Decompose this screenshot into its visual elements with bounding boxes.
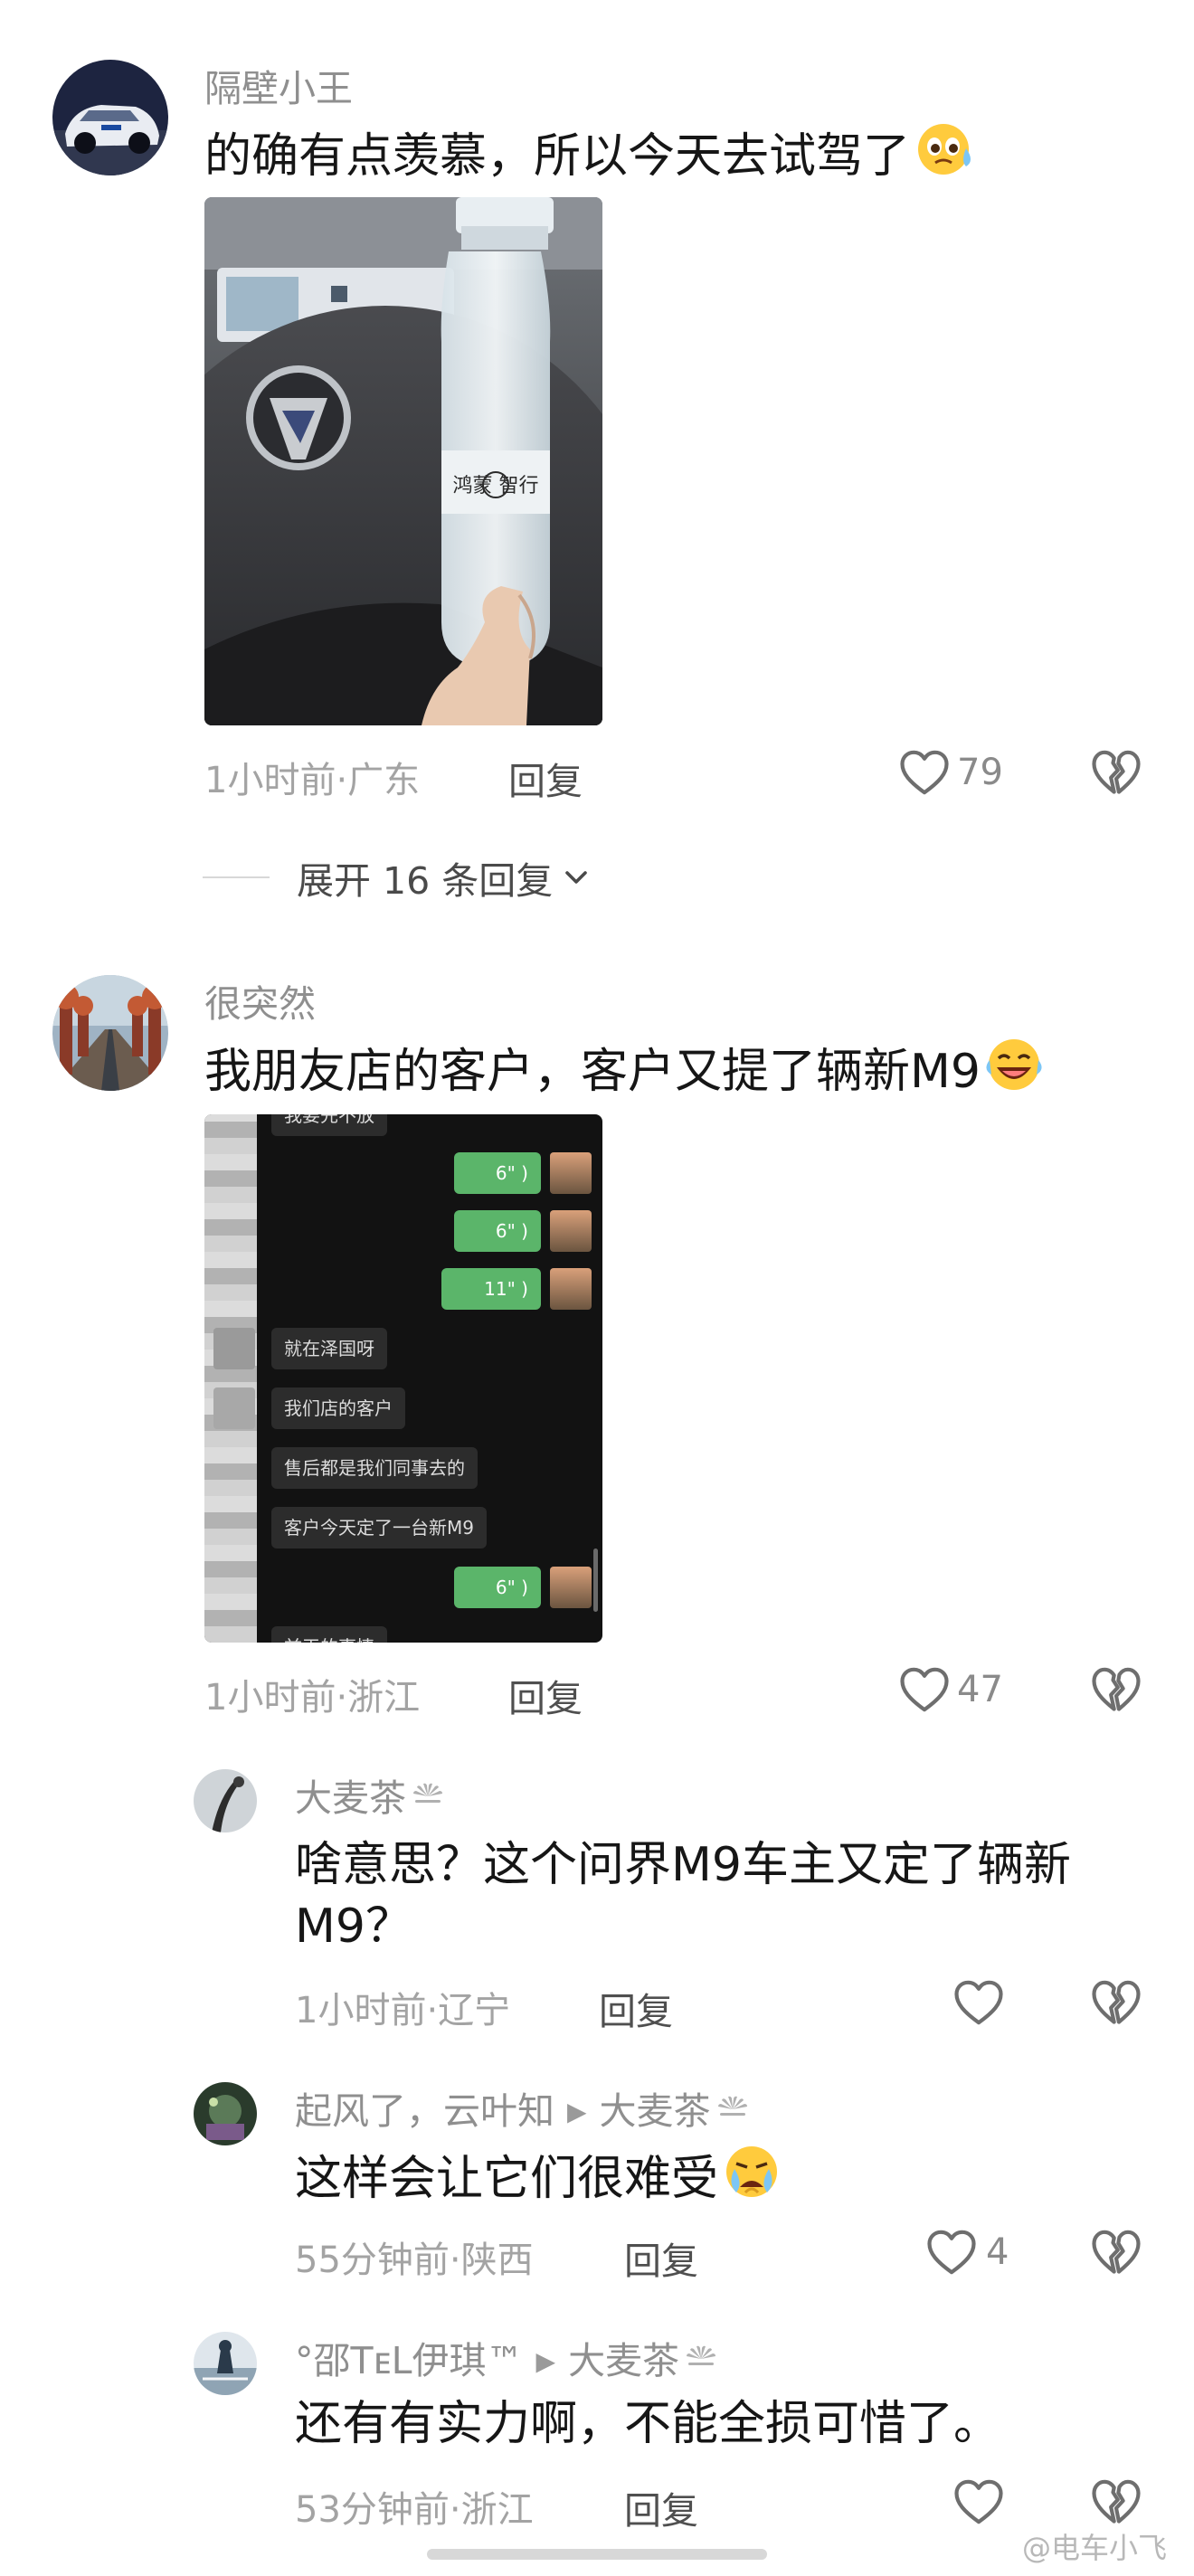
chat-message: 我要先不放 [271, 1114, 387, 1136]
reply-text-line: 啥意思？这个问界M9车主又定了辆新 [295, 1838, 1071, 1892]
reply-text: 啥意思？这个问界M9车主又定了辆新 M9？ [295, 1834, 1071, 1957]
reply-arrow-icon: ▶ [535, 2346, 556, 2376]
reply-username-text: °邵TᴇL伊琪™ [295, 2339, 524, 2382]
reply-username-text: 大麦茶 [295, 1776, 406, 1820]
broken-heart-icon [1091, 2478, 1142, 2525]
voice-message: 6" ) [454, 1210, 541, 1252]
voice-message: 6" ) [454, 1152, 541, 1194]
huawei-badge-icon [683, 2335, 719, 2379]
heart-icon [899, 749, 950, 796]
comment-text: 的确有点羡慕，所以今天去试驾了 [204, 121, 977, 193]
chat-message: 前天的事情 [271, 1626, 387, 1643]
voice-duration: 11" [484, 1278, 516, 1300]
mosaic-strip [204, 1114, 257, 1643]
chat-avatar [550, 1268, 592, 1310]
heart-icon [953, 1979, 1004, 2026]
reply-button[interactable]: 回复 [508, 751, 583, 805]
expand-replies-label: 展开 16 条回复 [297, 859, 554, 903]
heart-icon [953, 2478, 1004, 2525]
reply-text-content: 这样会让它们很难受 [295, 2152, 719, 2206]
heart-icon [899, 1666, 950, 1713]
reply-text-line: M9？ [295, 1899, 412, 1954]
comment-time-location: 1小时前·广东 [204, 760, 421, 801]
like-button[interactable]: 4 [926, 2229, 1009, 2276]
pleading-face-emoji-icon [914, 121, 977, 193]
chevron-down-icon [565, 871, 588, 884]
comment-text: 我朋友店的客户，客户又提了辆新M9 [204, 1037, 1047, 1108]
dislike-button[interactable] [1091, 1979, 1142, 2030]
user-avatar[interactable] [52, 975, 168, 1091]
comment-text-content: 我朋友店的客户，客户又提了辆新M9 [204, 1045, 981, 1099]
user-avatar[interactable] [194, 2082, 257, 2145]
bottle-label: 鸿蒙 智行 [453, 475, 539, 497]
user-avatar[interactable] [52, 60, 168, 175]
voice-message: 6" ) [454, 1567, 541, 1608]
expand-replies[interactable]: 展开 16 条回复 [203, 850, 594, 904]
heart-icon [926, 2229, 977, 2276]
broken-heart-icon [1091, 1979, 1142, 2026]
like-button[interactable]: 47 [899, 1666, 1003, 1713]
divider-line [203, 876, 270, 878]
reply-to-username[interactable]: 大麦茶 [600, 2089, 711, 2133]
reply-username-text: 起风了，云叶知 [295, 2089, 554, 2133]
comment-text-content: 的确有点羡慕，所以今天去试驾了 [204, 129, 911, 184]
like-count: 47 [957, 1669, 1003, 1710]
laughing-crying-emoji-icon [984, 1037, 1047, 1108]
chat-screenshot-photo[interactable]: 我要先不放 6" ) 6" ) 11" ) 就在泽国呀 我们店的客户 售后都是我… [204, 1114, 602, 1643]
chat-avatar [550, 1152, 592, 1194]
chat-scrollbar [593, 1548, 598, 1612]
comment-photo[interactable]: 鸿蒙 智行 [204, 197, 602, 725]
reply-arrow-icon: ▶ [567, 2097, 587, 2126]
dislike-button[interactable] [1091, 1666, 1142, 1717]
reply-username[interactable]: 起风了，云叶知 ▶ 大麦茶 [295, 2080, 751, 2135]
reply-button[interactable]: 回复 [624, 2480, 698, 2534]
crying-face-emoji-icon [722, 2144, 785, 2215]
home-indicator[interactable] [427, 2549, 767, 2560]
comment-username[interactable]: 很突然 [204, 973, 316, 1028]
like-button[interactable] [953, 1979, 1004, 2026]
voice-message: 11" ) [441, 1268, 541, 1310]
chat-message: 售后都是我们同事去的 [271, 1447, 478, 1489]
reply-username[interactable]: 大麦茶 [295, 1767, 446, 1822]
chat-message: 客户今天定了一台新M9 [271, 1507, 487, 1548]
broken-heart-icon [1091, 749, 1142, 796]
comment-time-location: 1小时前·浙江 [204, 1677, 421, 1719]
reply-button[interactable]: 回复 [599, 1981, 673, 2035]
chat-avatar [213, 1387, 255, 1429]
comment-username[interactable]: 隔壁小王 [204, 58, 353, 112]
dislike-button[interactable] [1091, 2478, 1142, 2529]
reply-time-location: 1小时前·辽宁 [295, 1990, 511, 2031]
dislike-button[interactable] [1091, 749, 1142, 800]
chat-message: 就在泽国呀 [271, 1328, 387, 1369]
dislike-button[interactable] [1091, 2229, 1142, 2279]
chat-avatar [550, 1210, 592, 1252]
like-count: 79 [957, 752, 1003, 793]
user-avatar[interactable] [194, 2332, 257, 2395]
like-button[interactable] [953, 2478, 1004, 2525]
reply-text: 这样会让它们很难受 [295, 2144, 785, 2215]
broken-heart-icon [1091, 2229, 1142, 2276]
like-count: 4 [986, 2231, 1009, 2273]
watermark: @电车小飞 [1021, 2531, 1167, 2565]
chat-message: 我们店的客户 [271, 1387, 405, 1429]
user-avatar[interactable] [194, 1769, 257, 1833]
voice-duration: 6" [495, 1220, 516, 1242]
reply-button[interactable]: 回复 [624, 2230, 698, 2285]
reply-username[interactable]: °邵TᴇL伊琪™ ▶ 大麦茶 [295, 2330, 719, 2384]
voice-duration: 6" [495, 1577, 516, 1598]
chat-avatar [550, 1567, 592, 1608]
reply-text: 还有有实力啊，不能全损可惜了。 [295, 2397, 1001, 2451]
reply-button[interactable]: 回复 [508, 1668, 583, 1722]
reply-time-location: 53分钟前·浙江 [295, 2489, 534, 2531]
huawei-badge-icon [715, 2086, 751, 2129]
chat-avatar [213, 1328, 255, 1369]
reply-to-username[interactable]: 大麦茶 [568, 2339, 679, 2382]
like-button[interactable]: 79 [899, 749, 1003, 796]
voice-duration: 6" [495, 1162, 516, 1184]
huawei-badge-icon [410, 1773, 446, 1816]
broken-heart-icon [1091, 1666, 1142, 1713]
reply-time-location: 55分钟前·陕西 [295, 2240, 534, 2281]
